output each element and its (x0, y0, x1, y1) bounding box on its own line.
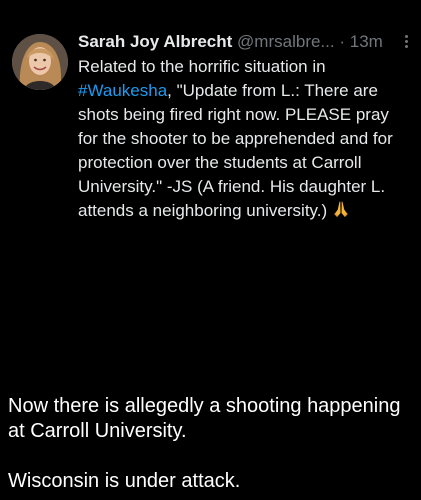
tweet-text: Related to the horrific situation in #Wa… (78, 55, 413, 223)
praying-hands-icon (334, 201, 348, 217)
caption-line-1: Now there is allegedly a shooting happen… (8, 395, 401, 442)
more-options-icon[interactable] (399, 33, 413, 51)
tweet-text-part-1: Related to the horrific situation in (78, 57, 326, 76)
caption-line-2: Wisconsin is under attack. (8, 470, 241, 492)
tweet-card[interactable]: Sarah Joy Albrecht @mrsalbre... · 13m Re… (0, 0, 421, 262)
tweet-body: Sarah Joy Albrecht @mrsalbre... · 13m Re… (78, 30, 413, 223)
avatar[interactable] (12, 34, 68, 90)
avatar-photo (12, 34, 68, 90)
timestamp[interactable]: 13m (350, 32, 383, 51)
tweet-header: Sarah Joy Albrecht @mrsalbre... · 13m (78, 30, 413, 54)
hashtag-link[interactable]: #Waukesha (78, 81, 167, 100)
user-handle[interactable]: @mrsalbre... (237, 32, 335, 51)
separator-dot: · (339, 32, 346, 51)
caption-text-block: Now there is allegedly a shooting happen… (8, 394, 413, 494)
display-name[interactable]: Sarah Joy Albrecht (78, 32, 232, 51)
